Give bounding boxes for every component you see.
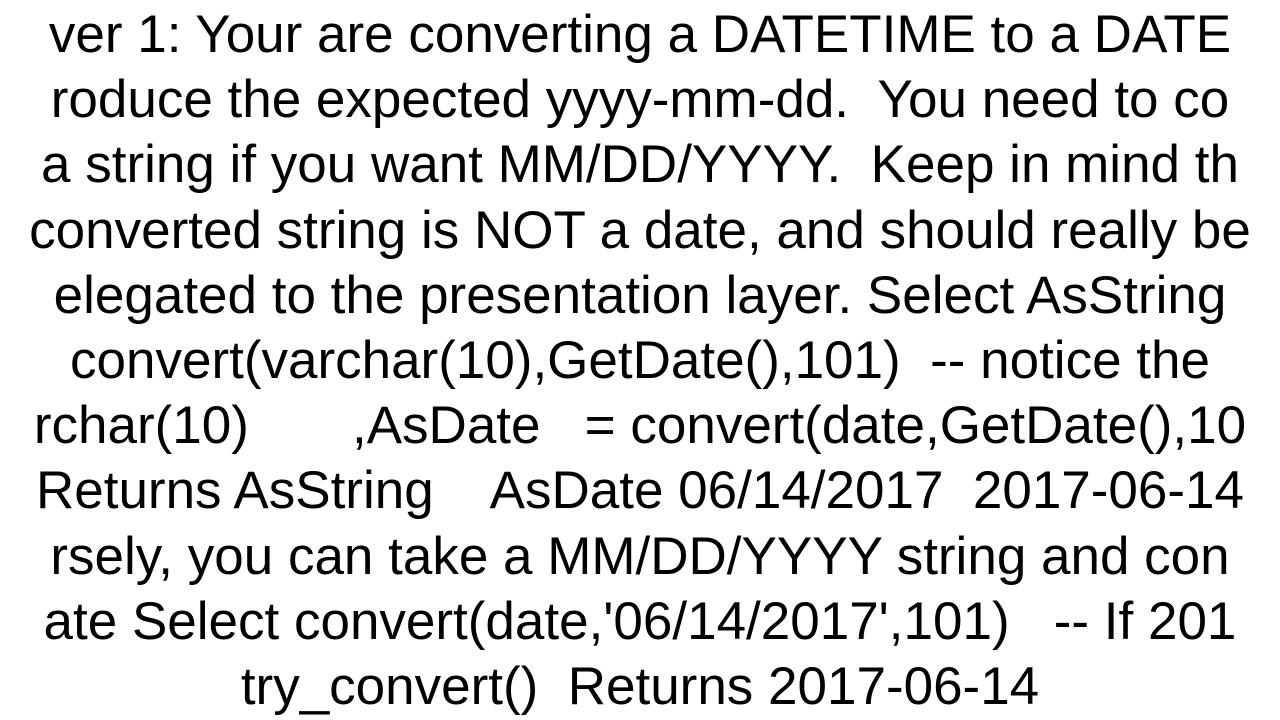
text-line-5: elegated to the presentation layer. Sele…	[54, 266, 1227, 325]
text-line-3: a string if you want MM/DD/YYYY. Keep in…	[41, 135, 1239, 194]
text-line-6: convert(varchar(10),GetDate(),101) -- no…	[70, 331, 1210, 390]
text-line-9: rsely, you can take a MM/DD/YYYY string …	[50, 527, 1229, 586]
text-line-4: converted string is NOT a date, and shou…	[29, 201, 1251, 260]
text-line-10: ate Select convert(date,'06/14/2017',101…	[44, 592, 1237, 651]
text-line-1: ver 1: Your are converting a DATETIME to…	[49, 5, 1231, 64]
text-line-2: roduce the expected yyyy-mm-dd. You need…	[51, 70, 1229, 129]
document-text: ver 1: Your are converting a DATETIME to…	[29, 0, 1251, 719]
text-line-11: try_convert() Returns 2017-06-14	[241, 657, 1039, 716]
text-line-8: Returns AsString AsDate 06/14/2017 2017-…	[36, 461, 1244, 520]
text-line-7: rchar(10) ,AsDate = convert(date,GetDate…	[34, 396, 1246, 455]
